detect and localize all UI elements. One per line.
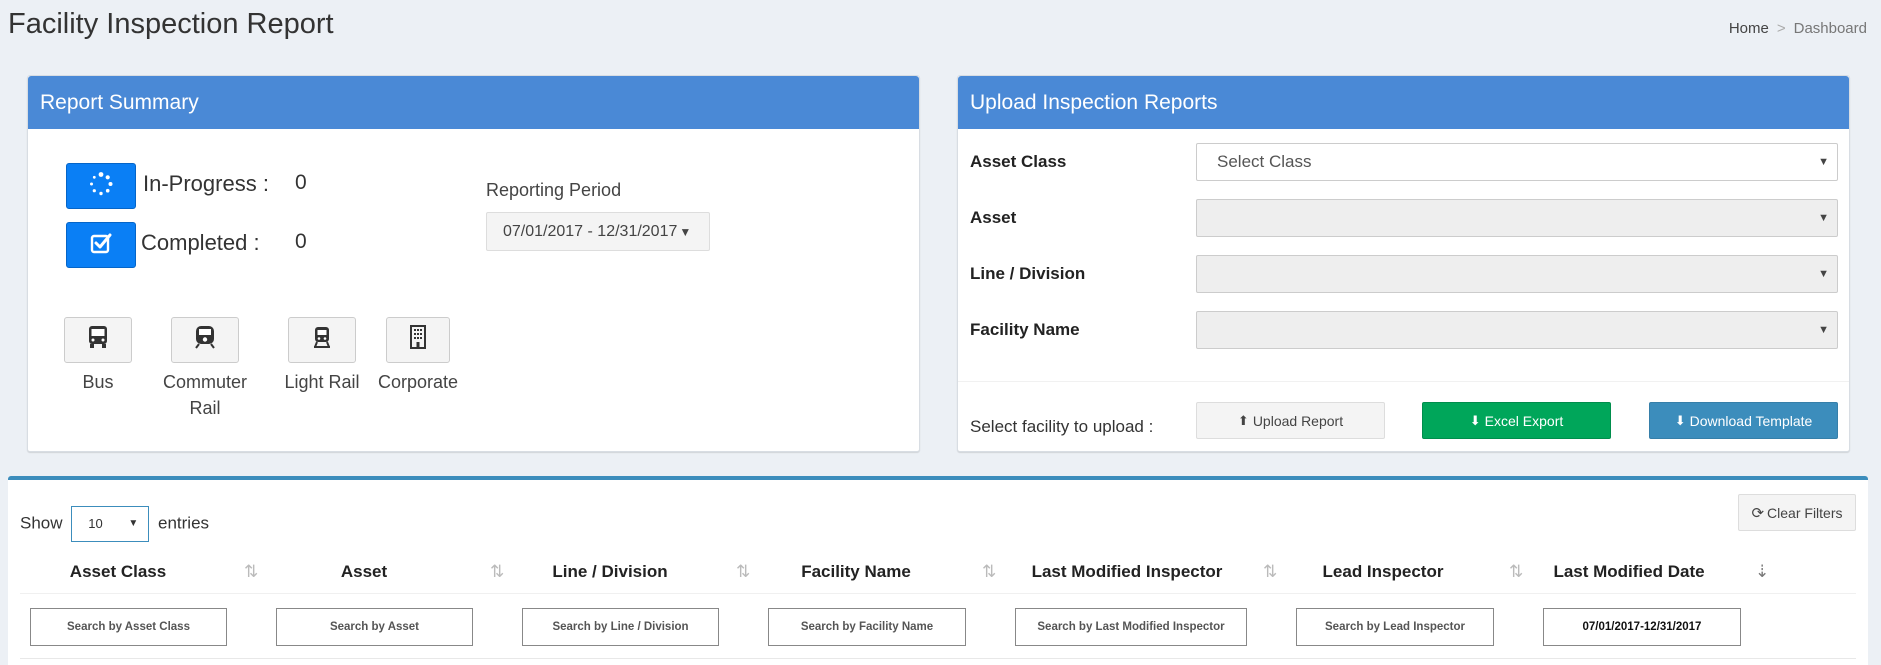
facility-name-label: Facility Name xyxy=(970,320,1080,339)
facility-name-select[interactable]: ▼ xyxy=(1196,311,1838,349)
filter-lead-inspector-input[interactable]: Search by Lead Inspector xyxy=(1296,608,1494,646)
line-division-select[interactable]: ▼ xyxy=(1196,255,1838,293)
light-rail-label: Light Rail xyxy=(284,372,360,392)
sort-icon[interactable]: ⇅ xyxy=(244,550,258,594)
clear-filters-button[interactable]: ⟳ Clear Filters xyxy=(1738,494,1856,531)
filter-asset-class-input[interactable]: Search by Asset Class xyxy=(30,608,227,646)
bus-icon xyxy=(87,325,109,355)
filter-row: Search by Asset Class Search by Asset Se… xyxy=(20,608,1856,648)
show-label: Show xyxy=(20,513,63,533)
row-divider xyxy=(20,658,1856,659)
asset-label: Asset xyxy=(970,208,1017,227)
filter-asset-input[interactable]: Search by Asset xyxy=(276,608,473,646)
asset-class-value: Select Class xyxy=(1217,152,1312,171)
in-progress-count: 0 xyxy=(295,171,307,194)
caret-down-icon: ▼ xyxy=(1818,156,1829,168)
completed-label: Completed : xyxy=(141,230,260,255)
asset-select[interactable]: ▼ xyxy=(1196,199,1838,237)
entries-label: entries xyxy=(158,513,210,533)
page-length-select[interactable]: 10 ▼ xyxy=(71,506,150,542)
sort-icon[interactable]: ⇅ xyxy=(1509,550,1523,594)
caret-down-icon: ▼ xyxy=(128,518,139,529)
report-summary-panel: Report Summary In-Progress : 0 Completed… xyxy=(27,75,920,452)
caret-down-icon: ▼ xyxy=(679,225,692,239)
line-division-label: Line / Division xyxy=(970,264,1086,283)
breadcrumb-home[interactable]: Home xyxy=(1729,20,1769,37)
upload-reports-title: Upload Inspection Reports xyxy=(958,76,1849,129)
column-header-asset[interactable]: Asset xyxy=(266,550,462,594)
column-header-asset-class[interactable]: Asset Class xyxy=(20,550,216,594)
download-template-label: Download Template xyxy=(1689,412,1813,429)
report-summary-title: Report Summary xyxy=(28,76,919,129)
page-length-value: 10 xyxy=(88,516,103,531)
caret-down-icon: ▼ xyxy=(1818,212,1829,224)
in-progress-button[interactable] xyxy=(66,163,136,209)
filter-facility-name-input[interactable]: Search by Facility Name xyxy=(768,608,966,646)
column-header-last-modified-inspector[interactable]: Last Modified Inspector xyxy=(1004,550,1250,594)
breadcrumb-current: Dashboard xyxy=(1793,20,1867,37)
column-header-last-modified-date[interactable]: Last Modified Date xyxy=(1531,550,1727,594)
completed-count: 0 xyxy=(295,230,307,253)
upload-prompt: Select facility to upload : xyxy=(970,417,1154,436)
reporting-period-label: Reporting Period xyxy=(486,180,622,200)
reports-table-panel: Show 10 ▼ entries ⟳ Clear Filters Asset Cl… xyxy=(8,476,1868,665)
in-progress-label: In-Progress : xyxy=(143,171,269,196)
commuter-rail-icon xyxy=(194,325,216,355)
filter-last-modified-inspector-input[interactable]: Search by Last Modified Inspector xyxy=(1015,608,1247,646)
upload-reports-panel: Upload Inspection Reports Asset Class Se… xyxy=(957,75,1850,452)
refresh-icon: ⟳ xyxy=(1751,504,1765,522)
asset-class-label: Asset Class xyxy=(970,152,1067,171)
light-rail-icon xyxy=(311,325,333,355)
column-header-lead-inspector[interactable]: Lead Inspector xyxy=(1285,550,1481,594)
breadcrumb: Home > Dashboard xyxy=(1728,20,1867,37)
reporting-period-value: 07/01/2017 - 12/31/2017 xyxy=(503,223,678,240)
light-rail-button[interactable] xyxy=(288,317,356,363)
sort-icon[interactable]: ⇅ xyxy=(490,550,504,594)
reporting-period-dropdown[interactable]: 07/01/2017 - 12/31/2017 ▼ xyxy=(486,212,710,251)
filter-line-division-input[interactable]: Search by Line / Division xyxy=(522,608,719,646)
bus-button[interactable] xyxy=(64,317,132,363)
spinner-icon xyxy=(88,171,114,202)
upload-report-label: Upload Report xyxy=(1252,412,1344,429)
caret-down-icon: ▼ xyxy=(1818,324,1829,336)
column-header-line-division[interactable]: Line / Division xyxy=(512,550,708,594)
excel-export-label: Excel Export xyxy=(1484,412,1564,429)
corporate-button[interactable] xyxy=(386,317,450,363)
caret-down-icon: ▼ xyxy=(1818,268,1829,280)
completed-button[interactable] xyxy=(66,222,136,268)
table-header-row: Asset Class ⇅ Asset ⇅ Line / Division ⇅ … xyxy=(20,550,1856,594)
download-icon: ⬇ xyxy=(1469,412,1481,428)
sort-icon[interactable]: ⇅ xyxy=(982,550,996,594)
column-header-facility-name[interactable]: Facility Name xyxy=(758,550,954,594)
sort-icon[interactable]: ⇅ xyxy=(736,550,750,594)
download-template-button[interactable]: ⬇ Download Template xyxy=(1649,402,1838,439)
clear-filters-label: Clear Filters xyxy=(1767,504,1843,521)
upload-footer: Select facility to upload : ⬆ Upload Repo… xyxy=(958,381,1849,453)
check-square-icon xyxy=(89,231,113,260)
download-icon: ⬇ xyxy=(1674,412,1686,428)
filter-last-modified-date-input[interactable]: 07/01/2017-12/31/2017 xyxy=(1543,608,1741,646)
page-title: Facility Inspection Report xyxy=(8,8,334,40)
building-icon xyxy=(408,325,428,355)
length-control: Show 10 ▼ entries xyxy=(20,506,209,542)
sort-icon[interactable]: ⇅ xyxy=(1263,550,1277,594)
excel-export-button[interactable]: ⬇ Excel Export xyxy=(1422,402,1611,439)
commuter-rail-button[interactable] xyxy=(171,317,239,363)
bus-label: Bus xyxy=(82,372,114,392)
asset-class-select[interactable]: Select Class ▼ xyxy=(1196,143,1838,181)
upload-report-button[interactable]: ⬆ Upload Report xyxy=(1196,402,1385,439)
sort-desc-icon[interactable]: ⇣ xyxy=(1755,550,1769,594)
commuter-rail-label: Commuter Rail xyxy=(162,372,247,418)
corporate-label: Corporate xyxy=(377,372,459,392)
upload-icon: ⬆ xyxy=(1237,412,1249,428)
